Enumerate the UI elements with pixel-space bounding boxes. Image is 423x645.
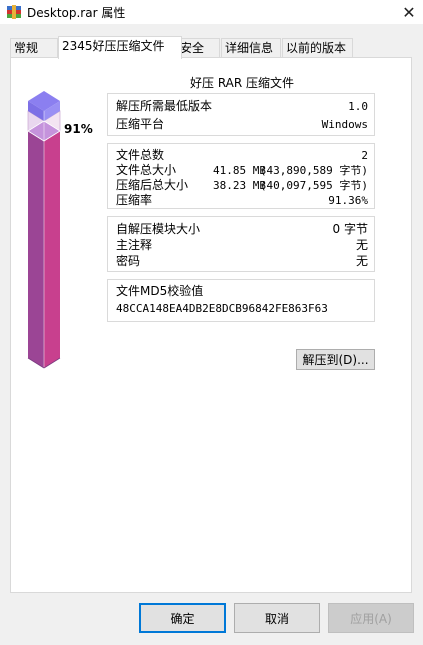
tab-details[interactable]: 详细信息 [221, 38, 281, 58]
info-value: 无 [355, 254, 368, 268]
info-row-platform: 压缩平台 Windows [116, 116, 368, 133]
tab-panel: 91% 好压 RAR 压缩文件 解压所需最低版本 1.0 压缩平台 Window… [10, 57, 412, 593]
info-value: 0 字节 [332, 222, 368, 236]
info-row-min-version: 解压所需最低版本 1.0 [116, 98, 368, 115]
archive-type-heading: 好压 RAR 压缩文件 [190, 76, 295, 90]
info-row-ratio: 压缩率 91.36% [116, 192, 368, 209]
title-bar[interactable]: Desktop.rar 属性 ✕ [0, 0, 423, 24]
info-row-password: 密码 无 [116, 253, 368, 270]
compression-ratio-label: 91% [64, 122, 93, 136]
info-value: 91.36% [328, 194, 368, 207]
info-value: 无 [355, 238, 368, 252]
close-icon[interactable]: ✕ [395, 0, 423, 24]
tab-security[interactable]: 安全 [176, 38, 220, 58]
tab-previous-versions[interactable]: 以前的版本 [282, 38, 353, 58]
info-label: 压缩率 [116, 193, 153, 207]
info-label: 压缩平台 [116, 117, 165, 131]
ok-button[interactable]: 确定 [139, 603, 226, 633]
md5-value[interactable]: 48CCA148EA4DB2E8DCB96842FE863F63 [116, 300, 328, 317]
apply-button[interactable]: 应用(A) [328, 603, 414, 633]
tab-2345-archive[interactable]: 2345好压压缩文件 [58, 36, 182, 59]
info-label: 自解压模块大小 [116, 222, 201, 236]
md5-label: 文件MD5校验值 [116, 284, 204, 298]
info-label: 解压所需最低版本 [116, 99, 213, 113]
md5-label-row: 文件MD5校验值 [116, 283, 368, 300]
info-value: Windows [321, 118, 368, 131]
info-row-comment: 主注释 无 [116, 237, 368, 254]
tab-general[interactable]: 常规 [10, 38, 58, 58]
md5-value-row[interactable]: 48CCA148EA4DB2E8DCB96842FE863F63 [116, 300, 368, 317]
md5-group: 文件MD5校验值 48CCA148EA4DB2E8DCB96842FE863F6… [107, 279, 375, 322]
info-label: 密码 [116, 254, 141, 268]
extract-to-button[interactable]: 解压到(D)... [296, 349, 375, 370]
window-title: Desktop.rar 属性 [27, 6, 126, 20]
cancel-button[interactable]: 取消 [234, 603, 320, 633]
winrar-archive-icon [6, 4, 22, 20]
extra-info-group: 自解压模块大小 0 字节 主注释 无 密码 无 [107, 216, 375, 272]
version-group: 解压所需最低版本 1.0 压缩平台 Windows [107, 93, 375, 136]
compression-ratio-bar [24, 91, 66, 371]
info-value: 1.0 [348, 100, 368, 113]
info-label: 主注释 [116, 238, 153, 252]
info-row-sfx-size: 自解压模块大小 0 字节 [116, 221, 368, 238]
size-group: 文件总数 2 文件总大小 41.85 MB (43,890,589 字节) 压缩… [107, 143, 375, 209]
